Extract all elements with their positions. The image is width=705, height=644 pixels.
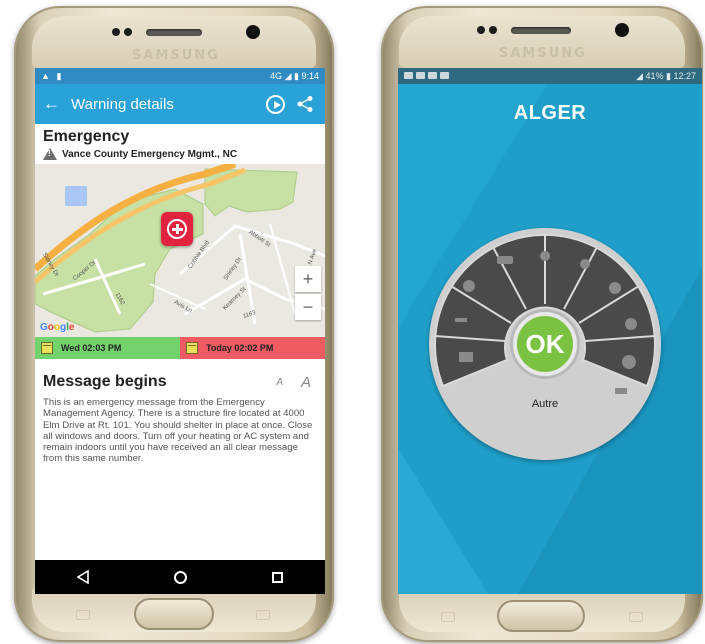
calendar-icon — [186, 342, 198, 354]
recent-soft-key[interactable] — [76, 610, 90, 620]
sim-icon: ▮ — [56, 70, 62, 81]
ball-icon — [463, 280, 475, 292]
font-size-small-button[interactable]: A — [276, 377, 283, 388]
card-icon — [459, 352, 473, 362]
cloud-icon — [622, 355, 636, 369]
alert-title: Emergency — [43, 128, 130, 145]
light-sensor — [489, 26, 497, 34]
date-range: Wed 02:03 PM Today 02:02 PM — [35, 337, 325, 359]
app-bar-title: Warning details — [71, 95, 174, 113]
android-nav-bar — [35, 560, 325, 594]
location-pin-icon — [540, 251, 550, 261]
medical-cross-icon — [167, 219, 187, 239]
warning-icon — [43, 148, 57, 160]
back-soft-key[interactable] — [256, 610, 270, 620]
nav-home-icon[interactable] — [173, 570, 187, 584]
app-bar: ← Warning details — [35, 84, 325, 124]
front-camera — [615, 23, 629, 37]
end-date: Today 02:02 PM — [180, 337, 325, 359]
home-key[interactable] — [134, 598, 214, 630]
zoom-in-button[interactable]: + — [295, 266, 321, 292]
map-canvas — [35, 164, 325, 337]
share-icon[interactable] — [293, 92, 317, 116]
incident-marker[interactable] — [161, 212, 193, 246]
status-time: 9:14 — [301, 70, 319, 81]
proximity-sensor — [112, 28, 120, 36]
city-title: ALGER — [513, 102, 587, 124]
font-size-large-button[interactable]: A — [301, 374, 311, 391]
network-label: 4G — [270, 70, 283, 81]
zoom-out-button[interactable]: − — [295, 294, 321, 320]
nav-recents-icon[interactable] — [271, 571, 283, 583]
signal-icon: ◢ — [284, 70, 292, 81]
alert-map[interactable]: Abbott St Cobble Blvd Shirley Dr Kearney… — [35, 164, 325, 337]
right-screen: ◢ 41% ▮ 12:27 ALGER OK Autre — [398, 68, 702, 594]
earpiece-speaker — [511, 27, 571, 34]
alert-icon: ▲ — [41, 70, 50, 81]
play-circle-icon[interactable] — [263, 92, 287, 116]
alert-source-text: Vance County Emergency Mgmt., NC — [62, 148, 238, 160]
calendar-icon — [41, 342, 53, 354]
nav-back-icon[interactable] — [77, 570, 90, 584]
message-body: This is an emergency message from the Em… — [43, 397, 313, 465]
proximity-sensor — [477, 26, 485, 34]
light-sensor — [124, 28, 132, 36]
google-logo: Google — [40, 322, 75, 333]
brand-logo: SAMSUNG — [499, 46, 587, 61]
ok-button[interactable]: OK — [513, 312, 577, 376]
drop-icon — [580, 259, 590, 269]
battery-icon: ▮ — [294, 70, 299, 81]
end-date-text: Today 02:02 PM — [206, 343, 274, 353]
message-header: Message begins A A — [35, 359, 325, 393]
start-date-text: Wed 02:03 PM — [61, 343, 122, 353]
home-key[interactable] — [497, 600, 585, 632]
left-screen: ▲ ▮ 4G ◢ ▮ 9:14 ← Warning details Emerge… — [35, 68, 325, 594]
brand-logo: SAMSUNG — [132, 48, 220, 63]
start-date: Wed 02:03 PM — [35, 337, 180, 359]
category-dial: OK Autre — [429, 228, 661, 460]
plug-icon — [615, 388, 627, 394]
recent-soft-key[interactable] — [441, 612, 455, 622]
car-icon — [497, 256, 513, 264]
message-title: Message begins — [43, 373, 167, 390]
hammer-icon — [455, 318, 467, 322]
front-camera — [246, 25, 260, 39]
arrow-left-icon[interactable]: ← — [43, 94, 71, 114]
alert-source: Vance County Emergency Mgmt., NC — [35, 146, 325, 164]
bug-icon — [625, 318, 637, 330]
screenshot-stage: SAMSUNG ▲ ▮ 4G ◢ ▮ 9:14 ← Warning detail… — [0, 0, 705, 644]
earpiece-speaker — [146, 29, 202, 36]
back-soft-key[interactable] — [629, 612, 643, 622]
selected-category-label: Autre — [531, 398, 559, 410]
status-bar: ▲ ▮ 4G ◢ ▮ 9:14 — [35, 68, 325, 84]
gear-icon — [609, 282, 621, 294]
